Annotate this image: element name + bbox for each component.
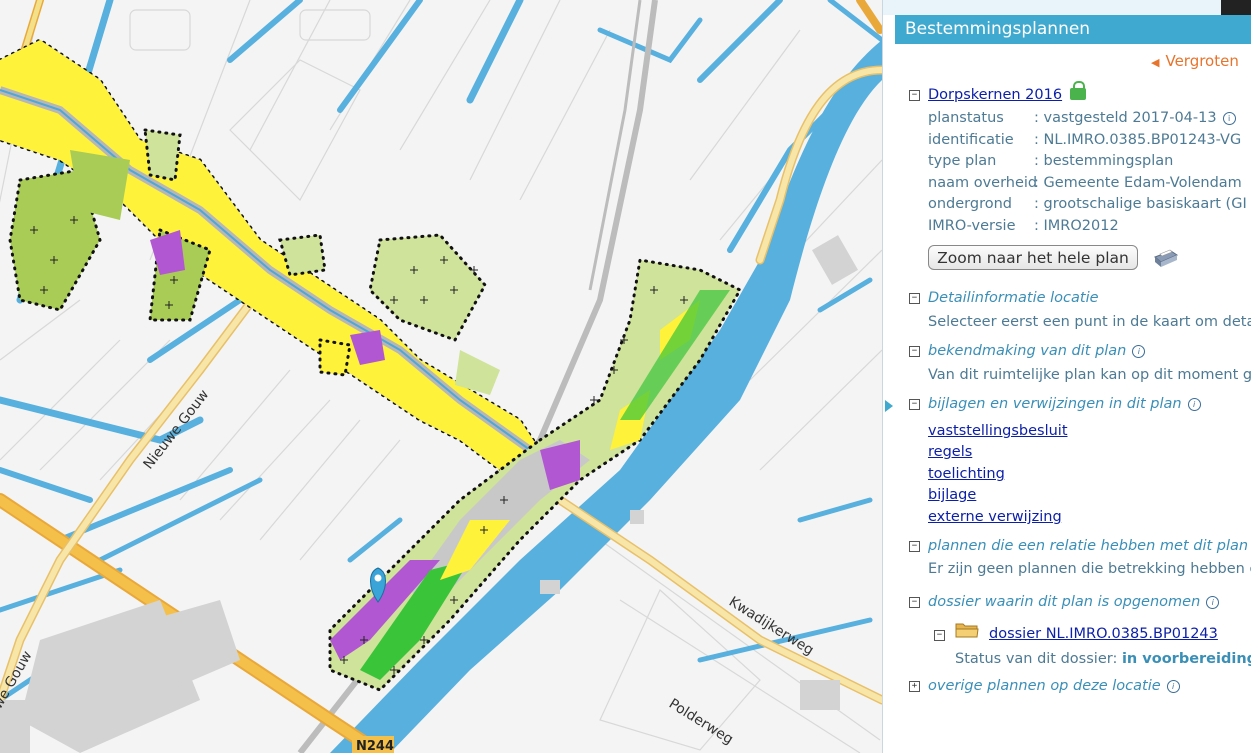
section-bekendmaking-text: Van dit ruimtelijke plan kan op dit mome…: [928, 367, 1251, 383]
panel-title: Bestemmingsplannen: [895, 15, 1251, 44]
plan-property-row: planstatus : vastgesteld 2017-04-13 i: [928, 110, 1236, 126]
map-view[interactable]: Nieuwe Gouw we Gouw Kwadijkerweg Polderw…: [0, 0, 882, 753]
section-bijlagen-title: bijlagen en verwijzingen in dit plan: [928, 396, 1182, 412]
section-detail-header[interactable]: − Detailinformatie locatie: [909, 290, 1099, 306]
plan-property-value: : grootschalige basiskaart (GI: [1034, 196, 1247, 212]
expand-panel-label: Vergroten: [1165, 52, 1239, 70]
bestemmingsplannen-panel: Bestemmingsplannen ◀ Vergroten − Dorpskern…: [882, 0, 1251, 753]
minimap-thumbnail[interactable]: [1221, 0, 1251, 15]
section-detail-text: Selecteer eerst een punt in de kaart om …: [928, 314, 1251, 330]
plan-property-value: : bestemmingsplan: [1034, 153, 1174, 169]
collapse-icon[interactable]: −: [909, 540, 920, 552]
collapse-icon[interactable]: −: [909, 345, 920, 357]
doc-link-regels[interactable]: regels: [928, 444, 972, 460]
section-bijlagen-header[interactable]: − bijlagen en verwijzingen in dit plan i: [909, 396, 1201, 412]
panel-top-strip: [883, 0, 1251, 15]
section-relatie-title: plannen die een relatie hebben met dit p…: [928, 538, 1249, 554]
section-relatie-header[interactable]: − plannen die een relatie hebben met dit …: [909, 538, 1251, 554]
zoom-to-plan-button[interactable]: Zoom naar het hele plan: [928, 245, 1138, 270]
collapse-icon[interactable]: −: [909, 398, 920, 410]
info-icon[interactable]: i: [1166, 680, 1180, 693]
section-bekendmaking-header[interactable]: − bekendmaking van dit plan i: [909, 343, 1146, 359]
section-relatie-text: Er zijn geen plannen die betrekking hebb…: [928, 561, 1251, 577]
doc-link-externe-verwijzing[interactable]: externe verwijzing: [928, 509, 1062, 525]
info-icon[interactable]: i: [1222, 112, 1236, 125]
lock-icon: [1070, 81, 1087, 100]
plan-property-value: : Gemeente Edam-Volendam: [1034, 175, 1242, 191]
plan-property-row: naam overheid: Gemeente Edam-Volendam: [928, 175, 1242, 191]
section-dossier-title: dossier waarin dit plan is opgenomen: [928, 594, 1201, 610]
plan-property-key: identificatie: [928, 132, 1014, 148]
dossier-status: Status van dit dossier: in voorbereiding: [955, 651, 1251, 667]
section-dossier-header[interactable]: − dossier waarin dit plan is opgenomen i: [909, 594, 1220, 610]
plan-property-row: IMRO-versie : IMRO2012: [928, 218, 1119, 234]
plan-header: − Dorpskernen 2016: [909, 81, 1087, 103]
street-label-polderweg: Polderweg: [666, 696, 736, 748]
expand-icon[interactable]: +: [909, 680, 920, 692]
info-icon[interactable]: i: [1132, 345, 1146, 358]
map-canvas[interactable]: Nieuwe Gouw we Gouw Kwadijkerweg Polderw…: [0, 0, 882, 753]
road-number-n244: N244: [356, 739, 394, 753]
plan-property-key: ondergrond: [928, 196, 1013, 212]
dossier-status-value: in voorbereiding: [1121, 651, 1251, 667]
triangle-left-icon: ◀: [1151, 56, 1160, 69]
collapse-icon[interactable]: −: [934, 630, 945, 641]
expand-panel-link[interactable]: ◀ Vergroten: [1151, 52, 1239, 70]
plan-property-row: type plan : bestemmingsplan: [928, 153, 1173, 169]
folder-icon: [955, 623, 979, 638]
printer-icon[interactable]: [1151, 247, 1179, 269]
collapse-icon[interactable]: −: [909, 292, 920, 304]
plan-property-value: : IMRO2012: [1034, 218, 1119, 234]
plan-property-value: : NL.IMRO.0385.BP01243-VG: [1034, 132, 1242, 148]
doc-link-bijlage[interactable]: bijlage: [928, 487, 976, 503]
dossier-status-label: Status van dit dossier:: [955, 651, 1118, 667]
plan-property-key: planstatus: [928, 110, 1004, 126]
plan-name-link[interactable]: Dorpskernen 2016: [928, 87, 1062, 103]
collapse-icon[interactable]: −: [909, 89, 920, 101]
plan-area[interactable]: [0, 38, 743, 692]
plan-property-key: IMRO-versie: [928, 218, 1016, 234]
pointer-arrow-icon: [885, 400, 893, 412]
plan-property-key: type plan: [928, 153, 997, 169]
plan-property-key: naam overheid: [928, 175, 1038, 191]
doc-link-toelichting[interactable]: toelichting: [928, 466, 1005, 482]
info-icon[interactable]: i: [1187, 398, 1201, 411]
plan-property-row: ondergrond : grootschalige basiskaart (GI: [928, 196, 1247, 212]
collapse-icon[interactable]: −: [909, 596, 920, 608]
section-overige-title: overige plannen op deze locatie: [928, 678, 1161, 694]
section-overige-header[interactable]: + overige plannen op deze locatie i: [909, 678, 1180, 694]
section-detail-title: Detailinformatie locatie: [928, 290, 1099, 306]
dossier-link[interactable]: dossier NL.IMRO.0385.BP01243: [989, 626, 1218, 642]
plan-property-value: : vastgesteld 2017-04-13: [1034, 110, 1217, 126]
plan-property-row: identificatie : NL.IMRO.0385.BP01243-VG: [928, 132, 1241, 148]
section-bekendmaking-title: bekendmaking van dit plan: [928, 343, 1127, 359]
doc-link-vaststellingsbesluit[interactable]: vaststellingsbesluit: [928, 423, 1068, 439]
info-icon[interactable]: i: [1206, 596, 1220, 609]
